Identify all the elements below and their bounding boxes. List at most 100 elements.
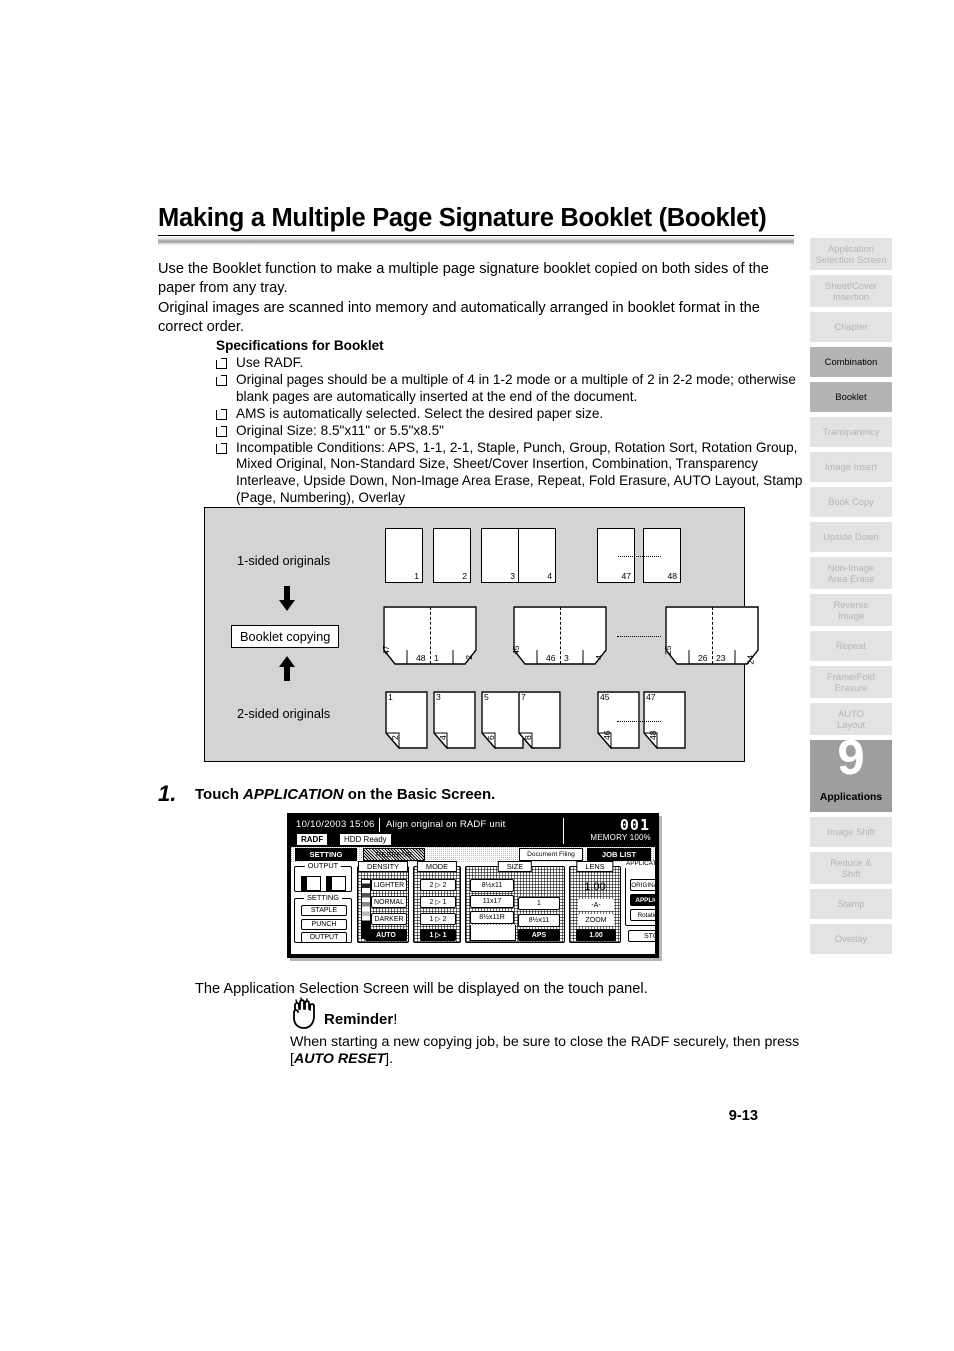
sidebar-item-label: AUTO Layout xyxy=(836,707,866,730)
lcd-lens-value: 1.00 xyxy=(584,881,606,893)
sidebar-item-stamp[interactable]: Stamp xyxy=(810,889,892,919)
2sided-back-page-number: 4 xyxy=(438,735,448,740)
step-number: 1. xyxy=(158,781,177,806)
lcd-button-mode-1to2[interactable]: 1 ▷ 2 xyxy=(420,913,456,925)
lcd-button-mode-2to1[interactable]: 2 ▷ 1 xyxy=(420,896,456,908)
sidebar-chapter-badge[interactable]: 9 Applications xyxy=(810,734,892,812)
sidebar-item-book-copy[interactable]: Book Copy xyxy=(810,487,892,517)
sidebar-item-image-shift[interactable]: Image Shift xyxy=(810,817,892,847)
lcd-button-darker[interactable]: DARKER xyxy=(371,913,407,925)
lcd-tag-radf: RADF xyxy=(296,833,329,846)
diagram-label-2sided: 2-sided originals xyxy=(237,706,331,721)
sheet-page-number: 3 xyxy=(510,571,515,581)
2sided-back-page-number: 8 xyxy=(523,735,533,740)
booklet-corner-left-number: 45 xyxy=(511,645,521,655)
lcd-tag-hdd-ready: HDD Ready xyxy=(339,833,392,846)
sidebar-item-booklet[interactable]: Booklet xyxy=(810,382,892,412)
lcd-tab-setting[interactable]: SETTING xyxy=(295,848,357,861)
lcd-button-aps[interactable]: APS xyxy=(518,929,560,941)
specifications-heading: Specifications for Booklet xyxy=(216,338,384,353)
lcd-density-title: DENSITY xyxy=(357,861,409,872)
sidebar-item-image-insert[interactable]: Image Insert xyxy=(810,452,892,482)
lcd-button-mode-2to2[interactable]: 2 ▷ 2 xyxy=(420,879,456,891)
sidebar-item-label: Booklet xyxy=(835,391,867,403)
specification-item: Use RADF. xyxy=(215,355,806,372)
lcd-button-output-size[interactable]: 8½x11 xyxy=(518,914,560,927)
lcd-message: Align original on RADF unit xyxy=(386,819,506,830)
diagram-dots-row1 xyxy=(618,556,661,557)
diagram-label-booklet-copying: Booklet copying xyxy=(231,625,340,648)
sidebar-item-reduce-shift[interactable]: Reduce & Shift xyxy=(810,852,892,884)
lcd-button-output[interactable]: OUTPUT xyxy=(301,932,347,943)
specification-text: Incompatible Conditions: APS, 1-1, 2-1, … xyxy=(236,439,803,505)
sidebar-item-application-selection-screen[interactable]: Application Selection Screen xyxy=(810,238,892,270)
lcd-button-lens-100[interactable]: 1.00 xyxy=(576,929,616,941)
lcd-tab-reserve[interactable]: RESERVE xyxy=(363,848,425,861)
lcd-button-lens-auto[interactable]: -A- xyxy=(578,899,614,911)
step-text-emphasis: APPLICATION xyxy=(243,786,344,803)
lcd-button-mode-1to1[interactable]: 1 ▷ 1 xyxy=(420,929,456,941)
sidebar-item-frame-fold-erasure[interactable]: Frame/Fold Erasure xyxy=(810,666,892,698)
2sided-front-page-number: 1 xyxy=(388,692,393,702)
lcd-button-tray-1[interactable]: 8½x11 xyxy=(470,879,514,892)
2sided-back-page-number: 2 xyxy=(390,735,400,740)
lcd-button-bypass-tray[interactable]: 1 xyxy=(518,897,560,910)
lcd-button-application[interactable]: APPLICATION xyxy=(630,894,655,906)
lcd-button-zoom[interactable]: ZOOM xyxy=(578,914,614,926)
sheet-page-number: 1 xyxy=(414,571,419,581)
specification-text: Use RADF. xyxy=(236,355,304,370)
lcd-group-density: DENSITY LIGHTER NORMAL DARKER AUTO xyxy=(357,861,409,943)
sidebar-items-top: Application Selection Screen Sheet/Cover In… xyxy=(810,238,892,735)
booklet-fold-line xyxy=(559,607,561,664)
lcd-button-density-auto[interactable]: AUTO xyxy=(365,929,407,941)
sidebar-item-overlay[interactable]: Overlay xyxy=(810,924,892,954)
lcd-application-title: APPLICATION MODE xyxy=(623,860,655,868)
booklet-fold-line xyxy=(429,607,431,664)
2sided-front-page-number: 3 xyxy=(436,692,441,702)
diagram-label-1sided: 1-sided originals xyxy=(237,553,331,568)
sidebar-item-sheet-cover-insertion[interactable]: Sheet/Cover Insertion xyxy=(810,275,892,307)
lcd-button-original-mode[interactable]: ORIGINAL MODE xyxy=(630,879,655,891)
checkbox-bullet-icon xyxy=(215,425,227,437)
2sided-back-page-number: 48 xyxy=(648,730,658,740)
lcd-button-rotation-off[interactable]: Rotation OFF xyxy=(630,909,655,921)
sidebar-item-transparency[interactable]: Transparency xyxy=(810,417,892,447)
sidebar-item-upside-down[interactable]: Upside Down xyxy=(810,522,892,552)
sidebar-item-chapter[interactable]: Chapter xyxy=(810,312,892,342)
sidebar-chapter-number: 9 xyxy=(837,731,865,785)
sidebar-item-label: Book Copy xyxy=(828,496,874,508)
finishing-icon-1[interactable] xyxy=(301,876,321,891)
sheet-page-number: 48 xyxy=(667,571,677,581)
lcd-button-punch[interactable]: PUNCH xyxy=(301,919,347,930)
lcd-button-staple[interactable]: STAPLE xyxy=(301,905,347,916)
finishing-icon-2[interactable] xyxy=(326,876,346,891)
sidebar-item-reverse-image[interactable]: Reverse Image xyxy=(810,594,892,626)
lcd-datetime: 10/10/2003 15:06 xyxy=(296,819,375,830)
lcd-button-lighter[interactable]: LIGHTER xyxy=(371,879,407,891)
diagram-sheet-1sided: 4 xyxy=(518,528,556,583)
sheet-page-number: 47 xyxy=(621,571,631,581)
lcd-button-tray-3[interactable]: 8½x11R xyxy=(470,911,514,924)
lcd-screen: 10/10/2003 15:06 Align original on RADF … xyxy=(291,817,655,954)
booklet-flow-diagram: 1-sided originals 2-sided originals Book… xyxy=(204,507,759,762)
sidebar-item-non-image-area-erase[interactable]: Non-Image Area Erase xyxy=(810,557,892,589)
lcd-button-tray-2[interactable]: 11x17 xyxy=(470,895,514,908)
checkbox-bullet-icon xyxy=(215,442,227,454)
lcd-output-title: OUTPUT xyxy=(304,861,342,870)
page-number: 9-13 xyxy=(728,1108,758,1124)
2sided-back-page-number: 6 xyxy=(486,735,496,740)
sidebar-item-repeat[interactable]: Repeat xyxy=(810,631,892,661)
lcd-tab-document-filing[interactable]: Document Filing xyxy=(519,848,583,861)
lcd-button-normal[interactable]: NORMAL xyxy=(371,896,407,908)
diagram-sheet-booklet: 45 46 3 4 xyxy=(511,606,607,666)
specification-text: Original pages should be a multiple of 4… xyxy=(236,372,796,404)
reminder-body-after: ]. xyxy=(385,1050,394,1067)
intro-line: Use the Booklet function to make a multi… xyxy=(158,261,769,297)
sidebar-item-label: Chapter xyxy=(834,321,868,333)
2sided-front-page-number: 47 xyxy=(646,692,656,702)
sidebar-item-combination[interactable]: Combination xyxy=(810,347,892,377)
lcd-tray-panel-blank xyxy=(470,925,516,941)
reminder-heading-mark: ! xyxy=(393,1011,398,1028)
lcd-button-store[interactable]: STORE xyxy=(628,930,655,942)
diagram-sheet-2sided: 45 46 xyxy=(597,691,640,749)
